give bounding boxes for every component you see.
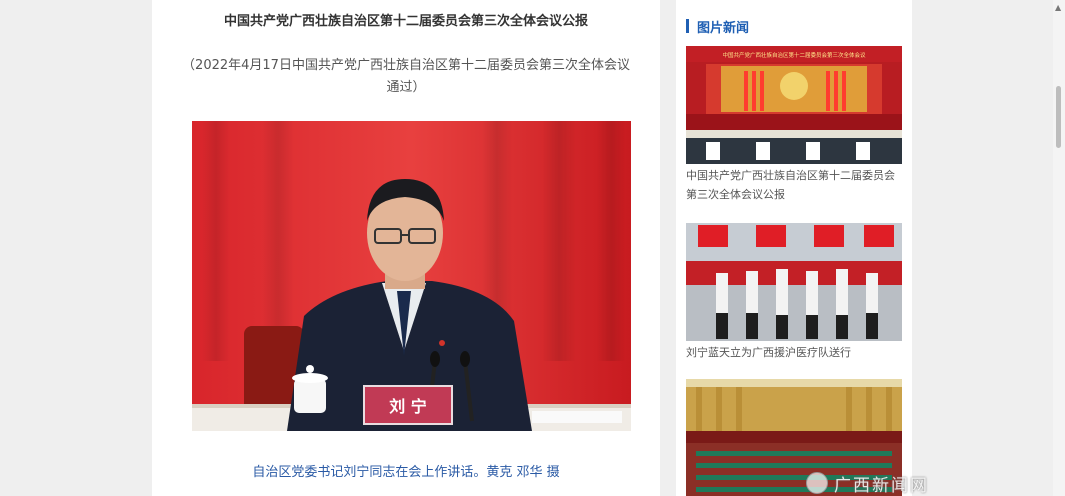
article-title: 中国共产党广西壮族自治区第十二届委员会第三次全体会议公报 [223,14,588,29]
picture-news-sidebar: 图片新闻 中国共产党广西壮族自治区第十二届委员会第三次全体会议 中国共产党广西壮… [676,0,912,496]
sidebar-title: 图片新闻 [697,20,750,36]
sidebar-header: 图片新闻 [686,17,750,36]
scroll-thumb[interactable] [1056,86,1061,148]
news-caption-1[interactable]: 中国共产党广西壮族自治区第十二届委员会第三次全体会议公报 [686,166,904,204]
page-scrollbar[interactable]: ▲ [1053,0,1065,496]
wechat-icon [806,472,828,494]
watermark: 广西新闻网 [806,470,929,496]
watermark-text: 广西新闻网 [834,475,929,496]
scroll-up-icon[interactable]: ▲ [1055,3,1061,12]
news-thumbnail-2[interactable] [686,223,902,341]
photo-caption: 自治区党委书记刘宁同志在会上作讲话。黄克 邓华 摄 [252,465,560,480]
article-subtitle: （2022年4月17日中国共产党广西壮族自治区第十二届委员会第三次全体会议通过） [182,58,630,95]
section-marker [686,19,689,33]
article-column: 中国共产党广西壮族自治区第十二届委员会第三次全体会议公报 （2022年4月17日… [152,0,660,496]
news-caption-2[interactable]: 刘宁蓝天立为广西援沪医疗队送行 [686,343,904,362]
nameplate-text: 刘 宁 [389,397,427,416]
news-thumbnail-1[interactable]: 中国共产党广西壮族自治区第十二届委员会第三次全体会议 [686,46,902,164]
article-photo: 刘 宁 [192,121,631,431]
banner-text: 中国共产党广西壮族自治区第十二届委员会第三次全体会议 [722,51,866,59]
